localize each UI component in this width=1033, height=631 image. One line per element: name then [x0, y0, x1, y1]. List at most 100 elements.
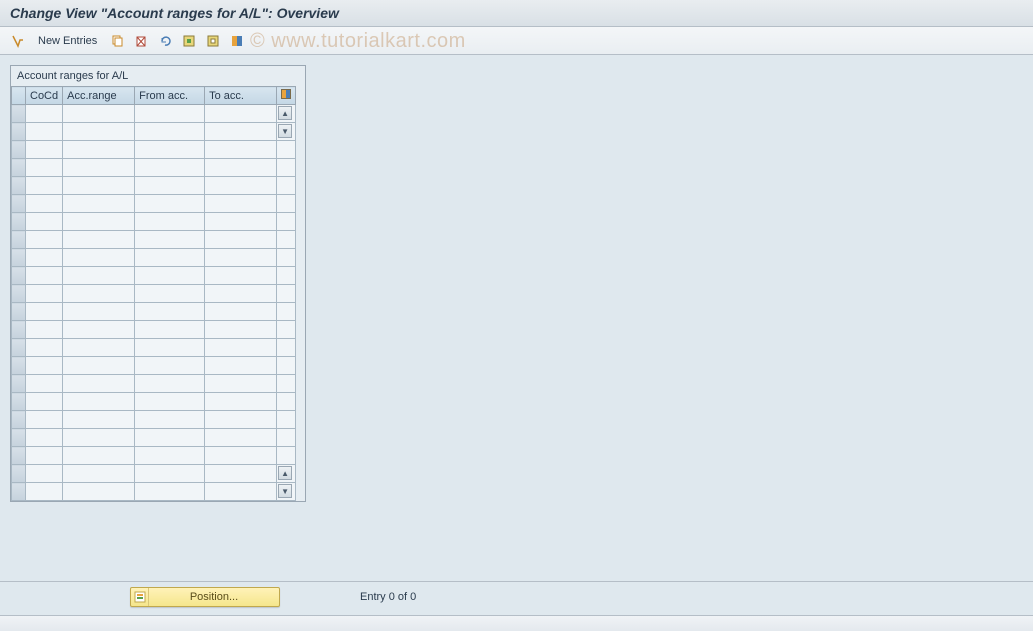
cell[interactable] [63, 393, 135, 411]
cell[interactable] [26, 213, 63, 231]
cell[interactable] [26, 159, 63, 177]
row-selector[interactable] [12, 357, 26, 375]
row-selector[interactable] [12, 411, 26, 429]
cell[interactable] [205, 123, 277, 141]
row-selector[interactable] [12, 483, 26, 501]
row-selector[interactable] [12, 159, 26, 177]
cell[interactable] [205, 321, 277, 339]
cell[interactable] [26, 483, 63, 501]
cell[interactable] [26, 177, 63, 195]
cell[interactable] [26, 339, 63, 357]
cell[interactable] [63, 447, 135, 465]
cell[interactable] [135, 447, 205, 465]
row-selector[interactable] [12, 339, 26, 357]
cell[interactable] [205, 411, 277, 429]
select-all-header[interactable] [12, 87, 26, 105]
cell[interactable] [26, 357, 63, 375]
new-entries-button[interactable]: New Entries [32, 33, 103, 49]
config-icon[interactable] [227, 31, 247, 51]
cell[interactable] [63, 357, 135, 375]
select-all-icon[interactable] [179, 31, 199, 51]
cell[interactable] [205, 375, 277, 393]
cell[interactable] [26, 141, 63, 159]
cell[interactable] [135, 231, 205, 249]
row-selector[interactable] [12, 321, 26, 339]
cell[interactable] [205, 447, 277, 465]
cell[interactable] [63, 339, 135, 357]
cell[interactable] [26, 393, 63, 411]
cell[interactable] [135, 303, 205, 321]
cell[interactable] [26, 429, 63, 447]
cell[interactable] [135, 105, 205, 123]
cell[interactable] [205, 105, 277, 123]
cell[interactable] [26, 123, 63, 141]
cell[interactable] [63, 105, 135, 123]
cell[interactable] [205, 483, 277, 501]
cell[interactable] [135, 213, 205, 231]
cell[interactable] [63, 411, 135, 429]
cell[interactable] [205, 267, 277, 285]
cell[interactable] [135, 267, 205, 285]
row-selector[interactable] [12, 141, 26, 159]
row-selector[interactable] [12, 177, 26, 195]
cell[interactable] [26, 303, 63, 321]
cell[interactable] [63, 267, 135, 285]
row-selector[interactable] [12, 465, 26, 483]
cell[interactable] [205, 339, 277, 357]
row-selector[interactable] [12, 231, 26, 249]
cell[interactable] [135, 357, 205, 375]
cell[interactable] [26, 249, 63, 267]
cell[interactable] [205, 303, 277, 321]
row-selector[interactable] [12, 375, 26, 393]
col-accrange[interactable]: Acc.range [63, 87, 135, 105]
row-selector[interactable] [12, 429, 26, 447]
delete-icon[interactable] [131, 31, 151, 51]
cell[interactable] [63, 141, 135, 159]
cell[interactable] [63, 303, 135, 321]
cell[interactable] [135, 339, 205, 357]
row-selector[interactable] [12, 393, 26, 411]
col-toacc[interactable]: To acc. [205, 87, 277, 105]
cell[interactable] [63, 231, 135, 249]
cell[interactable] [135, 483, 205, 501]
deselect-all-icon[interactable] [203, 31, 223, 51]
cell[interactable] [135, 393, 205, 411]
scroll-up-bottom-icon[interactable]: ▲ [278, 466, 292, 480]
row-selector[interactable] [12, 447, 26, 465]
cell[interactable] [135, 249, 205, 267]
table-config-icon[interactable] [281, 89, 291, 99]
cell[interactable] [63, 159, 135, 177]
cell[interactable] [205, 141, 277, 159]
scroll-down-icon[interactable]: ▼ [278, 124, 292, 138]
col-config[interactable] [277, 87, 296, 105]
cell[interactable] [26, 465, 63, 483]
cell[interactable] [205, 465, 277, 483]
cell[interactable] [63, 195, 135, 213]
cell[interactable] [135, 429, 205, 447]
cell[interactable] [63, 321, 135, 339]
cell[interactable] [135, 177, 205, 195]
cell[interactable] [205, 357, 277, 375]
row-selector[interactable] [12, 303, 26, 321]
cell[interactable] [135, 159, 205, 177]
cell[interactable] [26, 231, 63, 249]
position-button[interactable]: Position... [130, 587, 280, 607]
cell[interactable] [205, 393, 277, 411]
cell[interactable] [205, 159, 277, 177]
row-selector[interactable] [12, 213, 26, 231]
cell[interactable] [63, 177, 135, 195]
cell[interactable] [26, 447, 63, 465]
row-selector[interactable] [12, 249, 26, 267]
cell[interactable] [205, 177, 277, 195]
row-selector[interactable] [12, 195, 26, 213]
cell[interactable] [26, 285, 63, 303]
undo-icon[interactable] [155, 31, 175, 51]
cell[interactable] [26, 267, 63, 285]
cell[interactable] [135, 321, 205, 339]
row-selector[interactable] [12, 105, 26, 123]
cell[interactable] [205, 285, 277, 303]
scroll-down-bottom-icon[interactable]: ▼ [278, 484, 292, 498]
cell[interactable] [63, 213, 135, 231]
cell[interactable] [26, 105, 63, 123]
col-cocd[interactable]: CoCd [26, 87, 63, 105]
